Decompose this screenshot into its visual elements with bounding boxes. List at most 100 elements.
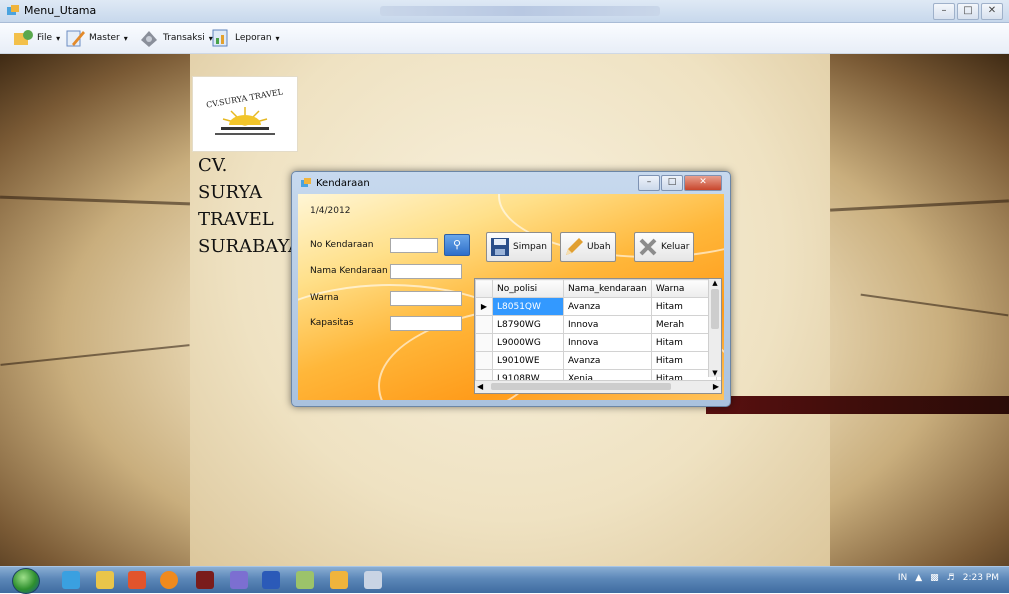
- table-row[interactable]: L8790WG Innova Merah: [475, 315, 717, 334]
- language-indicator[interactable]: IN: [898, 573, 907, 583]
- menu-master-label: Master: [89, 33, 120, 43]
- windows-taskbar: IN ▲ ▩ ♬ 2:23 PM: [0, 566, 1009, 594]
- pencil-icon: [566, 238, 583, 255]
- vehicle-grid[interactable]: No_polisi Nama_kendaraan Warna ▶ L8051QW…: [474, 278, 722, 394]
- company-line: SURYA: [198, 182, 262, 203]
- app-icon: [7, 5, 19, 15]
- media-player-icon[interactable]: [128, 571, 146, 589]
- app-icon-gray[interactable]: [364, 571, 382, 589]
- grid-cell[interactable]: L8790WG: [492, 315, 564, 334]
- no-kendaraan-input[interactable]: [390, 238, 438, 253]
- table-row[interactable]: L9010WE Avanza Hitam: [475, 351, 717, 370]
- grid-cell[interactable]: Innova: [563, 315, 652, 334]
- save-button-label: Simpan: [513, 242, 547, 252]
- nama-kendaraan-input[interactable]: [390, 264, 462, 279]
- firefox-icon[interactable]: [160, 571, 178, 589]
- word-icon[interactable]: [262, 571, 280, 589]
- grid-cell[interactable]: L9010WE: [492, 351, 564, 370]
- nama-kendaraan-label: Nama Kendaraan: [310, 266, 388, 276]
- company-logo: CV.SURYA TRAVEL: [192, 76, 298, 152]
- search-icon: ⚲: [452, 238, 462, 251]
- app-icon-green[interactable]: [296, 571, 314, 589]
- save-button[interactable]: Simpan: [486, 232, 552, 262]
- kapasitas-input[interactable]: [390, 316, 462, 331]
- menu-utama-taskbar-icon[interactable]: [330, 571, 348, 589]
- scroll-up-icon[interactable]: ▲: [709, 279, 721, 287]
- logo-text: CV.SURYA TRAVEL: [206, 87, 285, 109]
- edit-button-label: Ubah: [587, 242, 611, 252]
- menu-file-label: File: [37, 33, 53, 43]
- window-title: Menu_Utama: [24, 4, 97, 17]
- company-line: CV.: [198, 155, 228, 176]
- h-scroll-thumb[interactable]: [491, 383, 671, 390]
- grid-header[interactable]: No_polisi: [492, 279, 564, 298]
- file-icon: [14, 30, 33, 45]
- dialog-maximize-button[interactable]: □: [661, 175, 683, 191]
- grid-cell[interactable]: Hitam: [650, 297, 717, 316]
- dialog-close-button[interactable]: ✕: [684, 175, 722, 191]
- scroll-thumb[interactable]: [711, 289, 719, 329]
- grid-header[interactable]: Warna: [650, 279, 717, 298]
- table-row[interactable]: ▶ L8051QW Avanza Hitam: [475, 297, 717, 316]
- grid-vertical-scrollbar[interactable]: ▲ ▼: [708, 279, 721, 377]
- sun-logo-icon: CV.SURYA TRAVEL: [206, 87, 285, 135]
- grid-cell[interactable]: Avanza: [563, 351, 652, 370]
- menu-transaksi[interactable]: Transaksi ▾: [138, 26, 213, 50]
- table-row[interactable]: L9000WG Innova Hitam: [475, 333, 717, 352]
- warna-input[interactable]: [390, 291, 462, 306]
- decorative-band: [706, 396, 1009, 414]
- kendaraan-dialog: Kendaraan – □ ✕ 1/4/2012 No Kendaraan ⚲ …: [291, 171, 731, 407]
- close-button[interactable]: ✕: [981, 3, 1003, 20]
- edit-button[interactable]: Ubah: [560, 232, 616, 262]
- grid-horizontal-scrollbar[interactable]: ◀ ▶: [475, 380, 721, 393]
- grid-cell[interactable]: L9000WG: [492, 333, 564, 352]
- close-x-icon: [639, 238, 657, 256]
- tray-arrow-icon[interactable]: ▲: [915, 573, 922, 583]
- dialog-icon: [301, 178, 311, 187]
- no-kendaraan-label: No Kendaraan: [310, 240, 374, 250]
- grid-cell[interactable]: Innova: [563, 333, 652, 352]
- scroll-left-icon[interactable]: ◀: [477, 381, 483, 393]
- warna-label: Warna: [310, 293, 339, 303]
- scroll-right-icon[interactable]: ▶: [713, 381, 719, 393]
- grid-cell[interactable]: Hitam: [650, 351, 717, 370]
- menu-leporan[interactable]: Leporan ▾: [210, 26, 280, 50]
- row-header[interactable]: [475, 315, 493, 334]
- search-button[interactable]: ⚲: [444, 234, 470, 256]
- visual-studio-icon[interactable]: [230, 571, 248, 589]
- transaksi-icon: [141, 31, 157, 47]
- dialog-titlebar: Kendaraan: [300, 177, 370, 189]
- exit-button-label: Keluar: [661, 242, 690, 252]
- kapasitas-label: Kapasitas: [310, 318, 354, 328]
- company-name: CV. SURYA TRAVEL SURABAYA: [198, 152, 301, 260]
- maximize-button[interactable]: □: [957, 3, 979, 20]
- grid-header[interactable]: Nama_kendaraan: [563, 279, 652, 298]
- minimize-button[interactable]: –: [933, 3, 955, 20]
- app-icon-dark[interactable]: [196, 571, 214, 589]
- ie-icon[interactable]: [62, 571, 80, 589]
- network-icon[interactable]: ▩: [930, 573, 939, 583]
- date-label: 1/4/2012: [310, 206, 351, 216]
- dialog-minimize-button[interactable]: –: [638, 175, 660, 191]
- exit-button[interactable]: Keluar: [634, 232, 695, 262]
- taskbar-title-blur: [380, 6, 660, 16]
- grid-cell[interactable]: L8051QW: [492, 297, 564, 316]
- explorer-icon[interactable]: [96, 571, 114, 589]
- scroll-down-icon[interactable]: ▼: [709, 369, 721, 377]
- report-icon: [212, 29, 228, 47]
- menu-master[interactable]: Master ▾: [64, 26, 128, 50]
- dialog-title: Kendaraan: [316, 177, 370, 189]
- grid-cell[interactable]: Hitam: [650, 333, 717, 352]
- dialog-client-area: 1/4/2012 No Kendaraan ⚲ Nama Kendaraan W…: [298, 194, 724, 400]
- grid-cell[interactable]: Merah: [650, 315, 717, 334]
- menu-transaksi-label: Transaksi: [163, 33, 205, 43]
- grid-cell[interactable]: Avanza: [563, 297, 652, 316]
- volume-icon[interactable]: ♬: [947, 573, 955, 583]
- row-header[interactable]: [475, 333, 493, 352]
- row-header[interactable]: [475, 351, 493, 370]
- start-button[interactable]: [12, 568, 40, 594]
- system-tray: IN ▲ ▩ ♬ 2:23 PM: [898, 573, 999, 583]
- menu-file[interactable]: File ▾: [12, 26, 60, 50]
- master-icon: [66, 30, 85, 47]
- clock[interactable]: 2:23 PM: [963, 573, 999, 583]
